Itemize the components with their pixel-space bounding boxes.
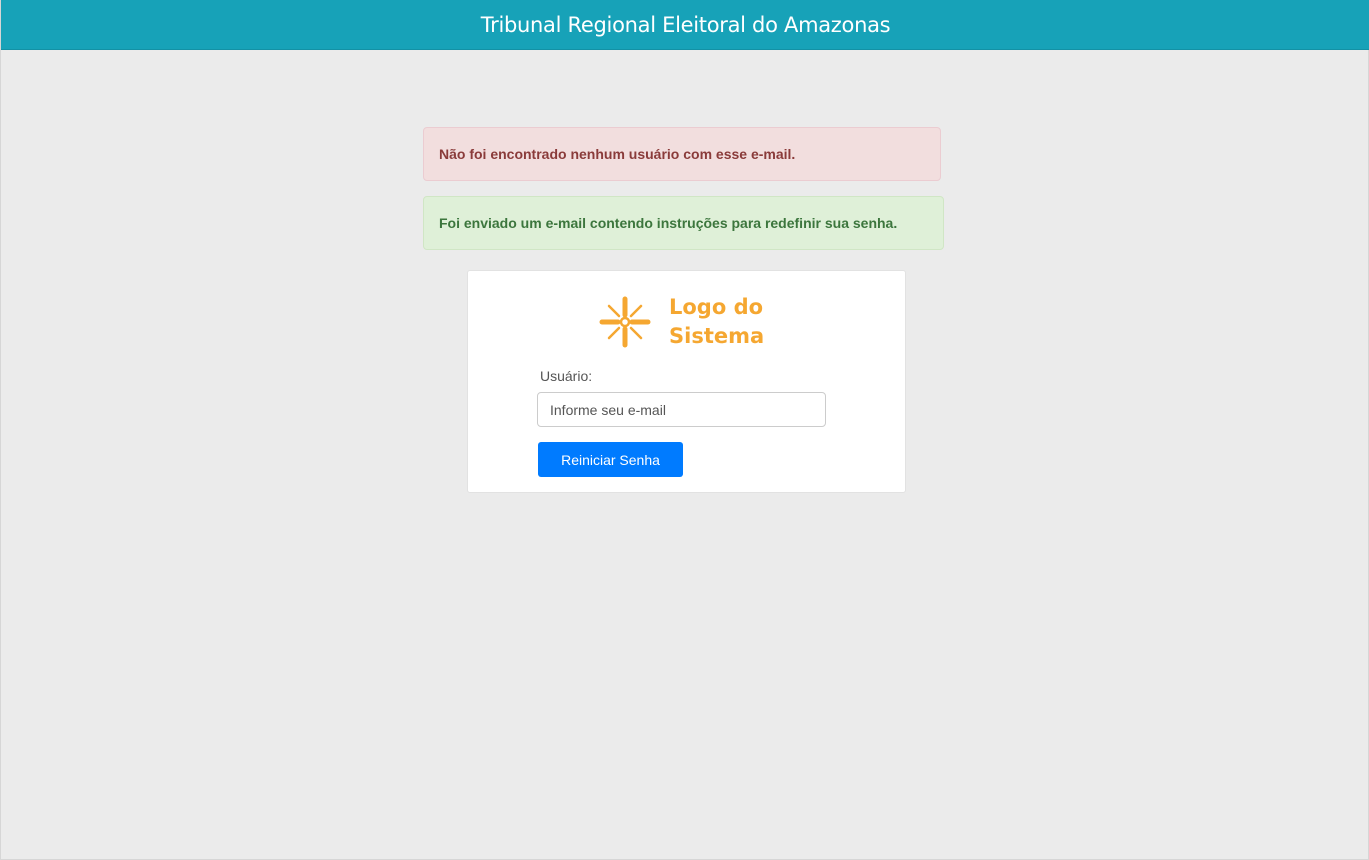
- success-alert-message: Foi enviado um e-mail contendo instruçõe…: [439, 215, 898, 231]
- logo-text-line2: Sistema: [669, 324, 765, 348]
- success-alert: Foi enviado um e-mail contendo instruçõe…: [423, 196, 944, 250]
- reset-password-button[interactable]: Reiniciar Senha: [538, 442, 683, 477]
- error-alert: Não foi encontrado nenhum usuário com es…: [423, 127, 941, 181]
- email-input[interactable]: [537, 392, 826, 427]
- logo-text-line1: Logo do: [669, 295, 764, 319]
- top-bar: Tribunal Regional Eleitoral do Amazonas: [1, 0, 1369, 50]
- sun-burst-icon: [599, 296, 651, 348]
- system-logo: Logo do Sistema: [599, 293, 774, 353]
- error-alert-message: Não foi encontrado nenhum usuário com es…: [439, 146, 796, 162]
- logo-text: Logo do Sistema: [669, 293, 779, 351]
- user-label: Usuário:: [540, 368, 593, 384]
- page-title: Tribunal Regional Eleitoral do Amazonas: [480, 12, 891, 37]
- reset-password-card: Logo do Sistema Usuário: Reiniciar Senha: [467, 270, 906, 493]
- page: Tribunal Regional Eleitoral do Amazonas …: [0, 0, 1369, 860]
